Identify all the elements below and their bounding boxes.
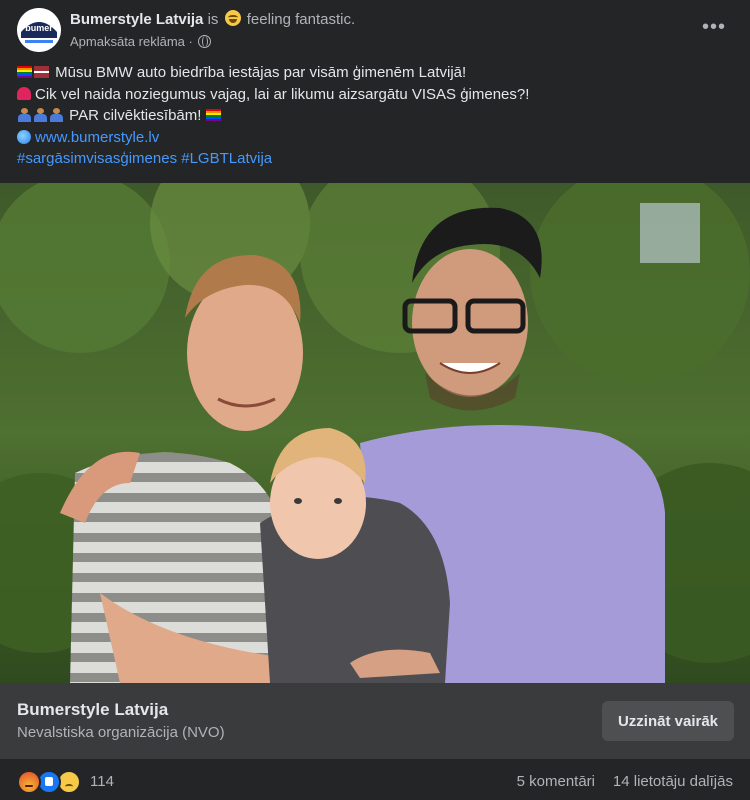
learn-more-button[interactable]: Uzzināt vairāk [602, 701, 734, 741]
page-name-link[interactable]: Bumerstyle Latvija [70, 11, 203, 28]
reaction-count[interactable]: 114 [90, 773, 114, 790]
post-line-1: Mūsu BMW auto biedrība iestājas par visā… [17, 62, 733, 84]
latvia-flag-emoji [34, 66, 49, 78]
feeling-text[interactable]: feeling fantastic. [247, 11, 355, 28]
hashtag-link[interactable]: #sargāsimvisasģimenes [17, 150, 177, 167]
post-header: bumer Bumerstyle Latvija is feeling fant… [0, 0, 750, 60]
couple-emoji [49, 108, 64, 122]
hashtag-link[interactable]: #LGBTLatvija [181, 150, 272, 167]
rainbow-flag-emoji [205, 109, 221, 121]
grinning-face-emoji [224, 10, 241, 26]
post-footer: 114 5 komentāri 14 lietotāju dalījās [0, 759, 750, 800]
couple-emoji [33, 108, 48, 122]
cta-subtitle: Nevalstiska organizācija (NVO) [17, 724, 225, 741]
reaction-icons[interactable] [17, 770, 83, 794]
post-photo[interactable] [0, 183, 750, 683]
rainbow-flag-emoji [17, 66, 32, 78]
shares-count[interactable]: 14 lietotāju dalījās [613, 773, 733, 790]
family-photo [0, 183, 750, 683]
page-avatar-logo: bumer [17, 8, 61, 52]
globe-emoji [17, 129, 31, 144]
is-text: is [207, 11, 219, 28]
globe-icon[interactable] [198, 35, 212, 48]
sponsored-label[interactable]: Apmaksāta reklāma [70, 34, 185, 49]
website-link[interactable]: www.bumerstyle.lv [35, 129, 159, 146]
post-line-3: PAR cilvēktiesībām! [17, 105, 733, 127]
angry-reaction-icon [17, 770, 41, 794]
call-to-action-bar[interactable]: Bumerstyle Latvija Nevalstiska organizāc… [0, 683, 750, 759]
post-hashtags: #sargāsimvisasģimenes #LGBTLatvija [17, 148, 733, 170]
page-avatar[interactable]: bumer [17, 8, 61, 52]
post-text: Mūsu BMW auto biedrība iestājas par visā… [17, 62, 733, 170]
post-meta: Apmaksāta reklāma · [70, 34, 212, 49]
more-options-icon[interactable]: ••• [702, 17, 726, 37]
couple-emoji [17, 108, 32, 122]
meta-separator: · [188, 34, 193, 49]
post-line-2-text: Cik vel naida noziegumus vajag, lai ar l… [35, 85, 530, 103]
post-line-3-text: PAR cilvēktiesībām! [69, 107, 202, 124]
siren-emoji [17, 86, 31, 100]
post-line-1-text: Mūsu BMW auto biedrība iestājas par visā… [55, 64, 467, 81]
post-line-4: www.bumerstyle.lv [17, 127, 733, 149]
cta-title[interactable]: Bumerstyle Latvija [17, 700, 168, 720]
avatar-logo-text: bumer [25, 23, 53, 33]
post-line-2: Cik vel naida noziegumus vajag, lai ar l… [17, 84, 733, 106]
post-author-line: Bumerstyle Latvija is feeling fantastic. [70, 10, 355, 28]
comments-count[interactable]: 5 komentāri [517, 773, 595, 790]
